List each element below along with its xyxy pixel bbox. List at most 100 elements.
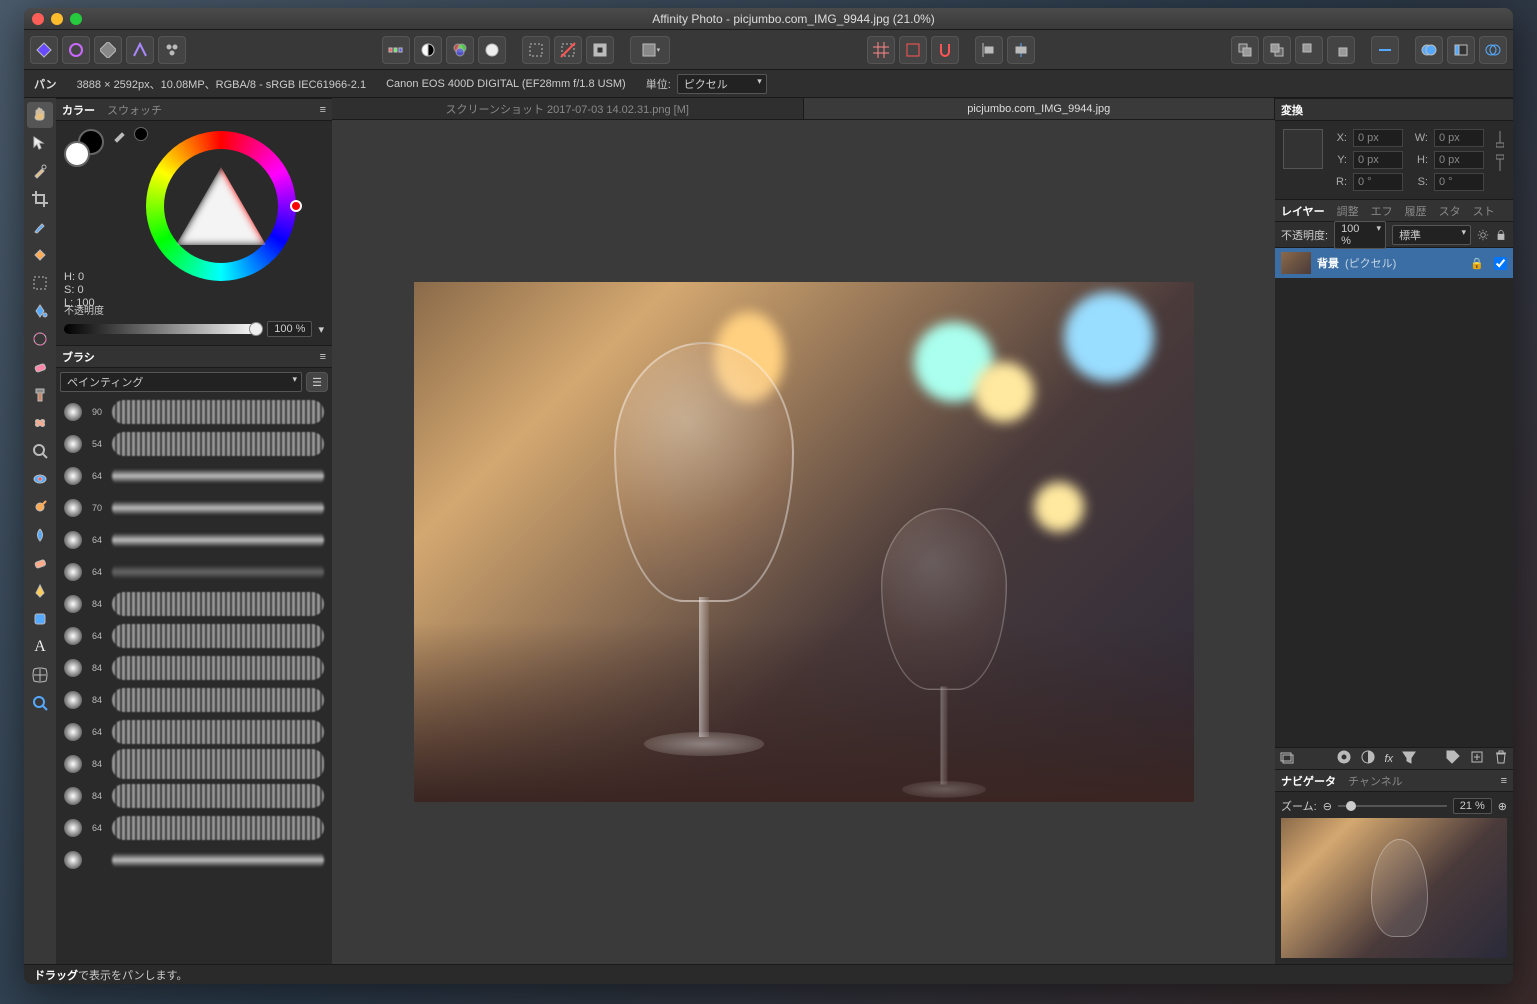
tab-transform[interactable]: 変換 xyxy=(1281,102,1303,118)
red-eye-tool[interactable] xyxy=(27,466,53,492)
persona-photo[interactable] xyxy=(30,36,58,64)
paintbrush-tool[interactable] xyxy=(27,214,53,240)
shape-tool[interactable] xyxy=(27,606,53,632)
brush-item[interactable]: 70 xyxy=(60,492,328,524)
blend-mode-select[interactable]: 標準 xyxy=(1392,225,1471,245)
brush-item[interactable]: 64 xyxy=(60,460,328,492)
fill-tool[interactable] xyxy=(27,242,53,268)
blur-tool[interactable] xyxy=(27,522,53,548)
dropdown-icon[interactable]: ▾ xyxy=(318,323,324,336)
add-layer-icon[interactable] xyxy=(1469,749,1485,768)
align-center-button[interactable] xyxy=(1007,36,1035,64)
selection-deselect-button[interactable] xyxy=(554,36,582,64)
doc-tab[interactable]: スクリーンショット 2017-07-03 14.02.31.png [M] xyxy=(332,98,804,119)
arrange-button-1[interactable] xyxy=(1231,36,1259,64)
brush-item[interactable]: 84 xyxy=(60,588,328,620)
arrange-button-3[interactable] xyxy=(1295,36,1323,64)
tab-history[interactable]: 履歴 xyxy=(1405,203,1427,219)
auto-wb-button[interactable] xyxy=(478,36,506,64)
pen-tool[interactable] xyxy=(27,578,53,604)
brush-item[interactable]: 64 xyxy=(60,812,328,844)
viewport[interactable] xyxy=(332,120,1275,964)
pan-tool[interactable] xyxy=(27,102,53,128)
align-left-button[interactable] xyxy=(975,36,1003,64)
color-swatches[interactable] xyxy=(64,129,104,169)
anchor-icon[interactable] xyxy=(1283,129,1323,169)
auto-levels-button[interactable] xyxy=(382,36,410,64)
persona-develop[interactable] xyxy=(94,36,122,64)
arrange-align-button[interactable] xyxy=(1371,36,1399,64)
h-field[interactable]: 0 px xyxy=(1434,151,1484,169)
brush-category-select[interactable]: ペインティング xyxy=(60,372,302,392)
tag-icon[interactable] xyxy=(1445,749,1461,768)
link-icon[interactable] xyxy=(1496,131,1504,171)
brush-item[interactable]: 64 xyxy=(60,556,328,588)
smudge-tool[interactable] xyxy=(27,550,53,576)
titlebar[interactable]: Affinity Photo - picjumbo.com_IMG_9944.j… xyxy=(24,8,1513,30)
zoom-value[interactable]: 21 % xyxy=(1453,798,1492,814)
auto-colors-button[interactable] xyxy=(446,36,474,64)
dodge-tool[interactable] xyxy=(27,494,53,520)
flood-select-tool[interactable] xyxy=(27,298,53,324)
selection-invert-button[interactable] xyxy=(586,36,614,64)
doc-tab[interactable]: picjumbo.com_IMG_9944.jpg xyxy=(804,98,1276,119)
brush-item[interactable]: 90 xyxy=(60,396,328,428)
snap-button[interactable] xyxy=(931,36,959,64)
brush-item[interactable]: 84 xyxy=(60,684,328,716)
layers-group-icon[interactable] xyxy=(1279,749,1295,768)
arrange-button-4[interactable] xyxy=(1327,36,1355,64)
bool-sub-button[interactable] xyxy=(1447,36,1475,64)
layer-lock-icon[interactable]: 🔒 xyxy=(1470,257,1484,270)
zoom-button[interactable] xyxy=(70,13,82,25)
zoom-tool[interactable] xyxy=(27,438,53,464)
brush-list[interactable]: 90 54 64 70 64 64 84 64 84 84 64 84 84 6… xyxy=(60,396,328,960)
opacity-value[interactable]: 100 % xyxy=(267,321,312,337)
panel-menu-icon[interactable]: ≡ xyxy=(320,104,326,116)
layer-opacity-field[interactable]: 100 % xyxy=(1334,221,1386,249)
tab-layers[interactable]: レイヤー xyxy=(1281,203,1325,219)
selection-brush-tool[interactable] xyxy=(27,326,53,352)
r-field[interactable]: 0 ° xyxy=(1353,173,1403,191)
text-tool[interactable]: A xyxy=(27,634,53,660)
brush-item[interactable]: 84 xyxy=(60,748,328,780)
lock-icon[interactable] xyxy=(1495,227,1507,243)
zoom-in-icon[interactable]: ⊕ xyxy=(1498,800,1507,813)
grid-button[interactable] xyxy=(867,36,895,64)
brush-item[interactable] xyxy=(60,844,328,876)
heal-tool[interactable] xyxy=(27,410,53,436)
brush-item[interactable]: 84 xyxy=(60,780,328,812)
tab-color[interactable]: カラー xyxy=(62,102,95,118)
tab-navigator[interactable]: ナビゲータ xyxy=(1281,773,1336,789)
adjustment-icon[interactable] xyxy=(1360,749,1376,768)
eyedropper-icon[interactable] xyxy=(112,127,128,143)
brush-item[interactable]: 64 xyxy=(60,524,328,556)
persona-tone[interactable] xyxy=(126,36,154,64)
s-field[interactable]: 0 ° xyxy=(1434,173,1484,191)
guides-button[interactable] xyxy=(899,36,927,64)
tab-swatch[interactable]: スウォッチ xyxy=(107,102,162,118)
auto-contrast-button[interactable] xyxy=(414,36,442,64)
selection-rect-button[interactable] xyxy=(522,36,550,64)
w-field[interactable]: 0 px xyxy=(1434,129,1484,147)
mask-icon[interactable] xyxy=(1336,749,1352,768)
move-tool[interactable] xyxy=(27,130,53,156)
bool-add-button[interactable] xyxy=(1415,36,1443,64)
tab-styles[interactable]: スタ xyxy=(1439,203,1461,219)
brush-item[interactable]: 64 xyxy=(60,620,328,652)
navigator-preview[interactable] xyxy=(1281,818,1507,958)
zoom-slider[interactable] xyxy=(1338,805,1447,807)
panel-menu-icon[interactable]: ≡ xyxy=(320,351,326,363)
tab-adjust[interactable]: 調整 xyxy=(1337,203,1359,219)
color-wheel[interactable] xyxy=(146,131,296,281)
brush-item[interactable]: 54 xyxy=(60,428,328,460)
zoom-out-icon[interactable]: ⊖ xyxy=(1323,800,1332,813)
wheel-handle[interactable] xyxy=(290,200,302,212)
crop-tool[interactable] xyxy=(27,186,53,212)
brush-view-toggle[interactable]: ☰ xyxy=(306,372,328,392)
brush-item[interactable]: 64 xyxy=(60,716,328,748)
minimize-button[interactable] xyxy=(51,13,63,25)
opacity-slider[interactable] xyxy=(64,324,261,334)
tab-channel[interactable]: チャンネル xyxy=(1348,773,1403,789)
x-field[interactable]: 0 px xyxy=(1353,129,1403,147)
y-field[interactable]: 0 px xyxy=(1353,151,1403,169)
